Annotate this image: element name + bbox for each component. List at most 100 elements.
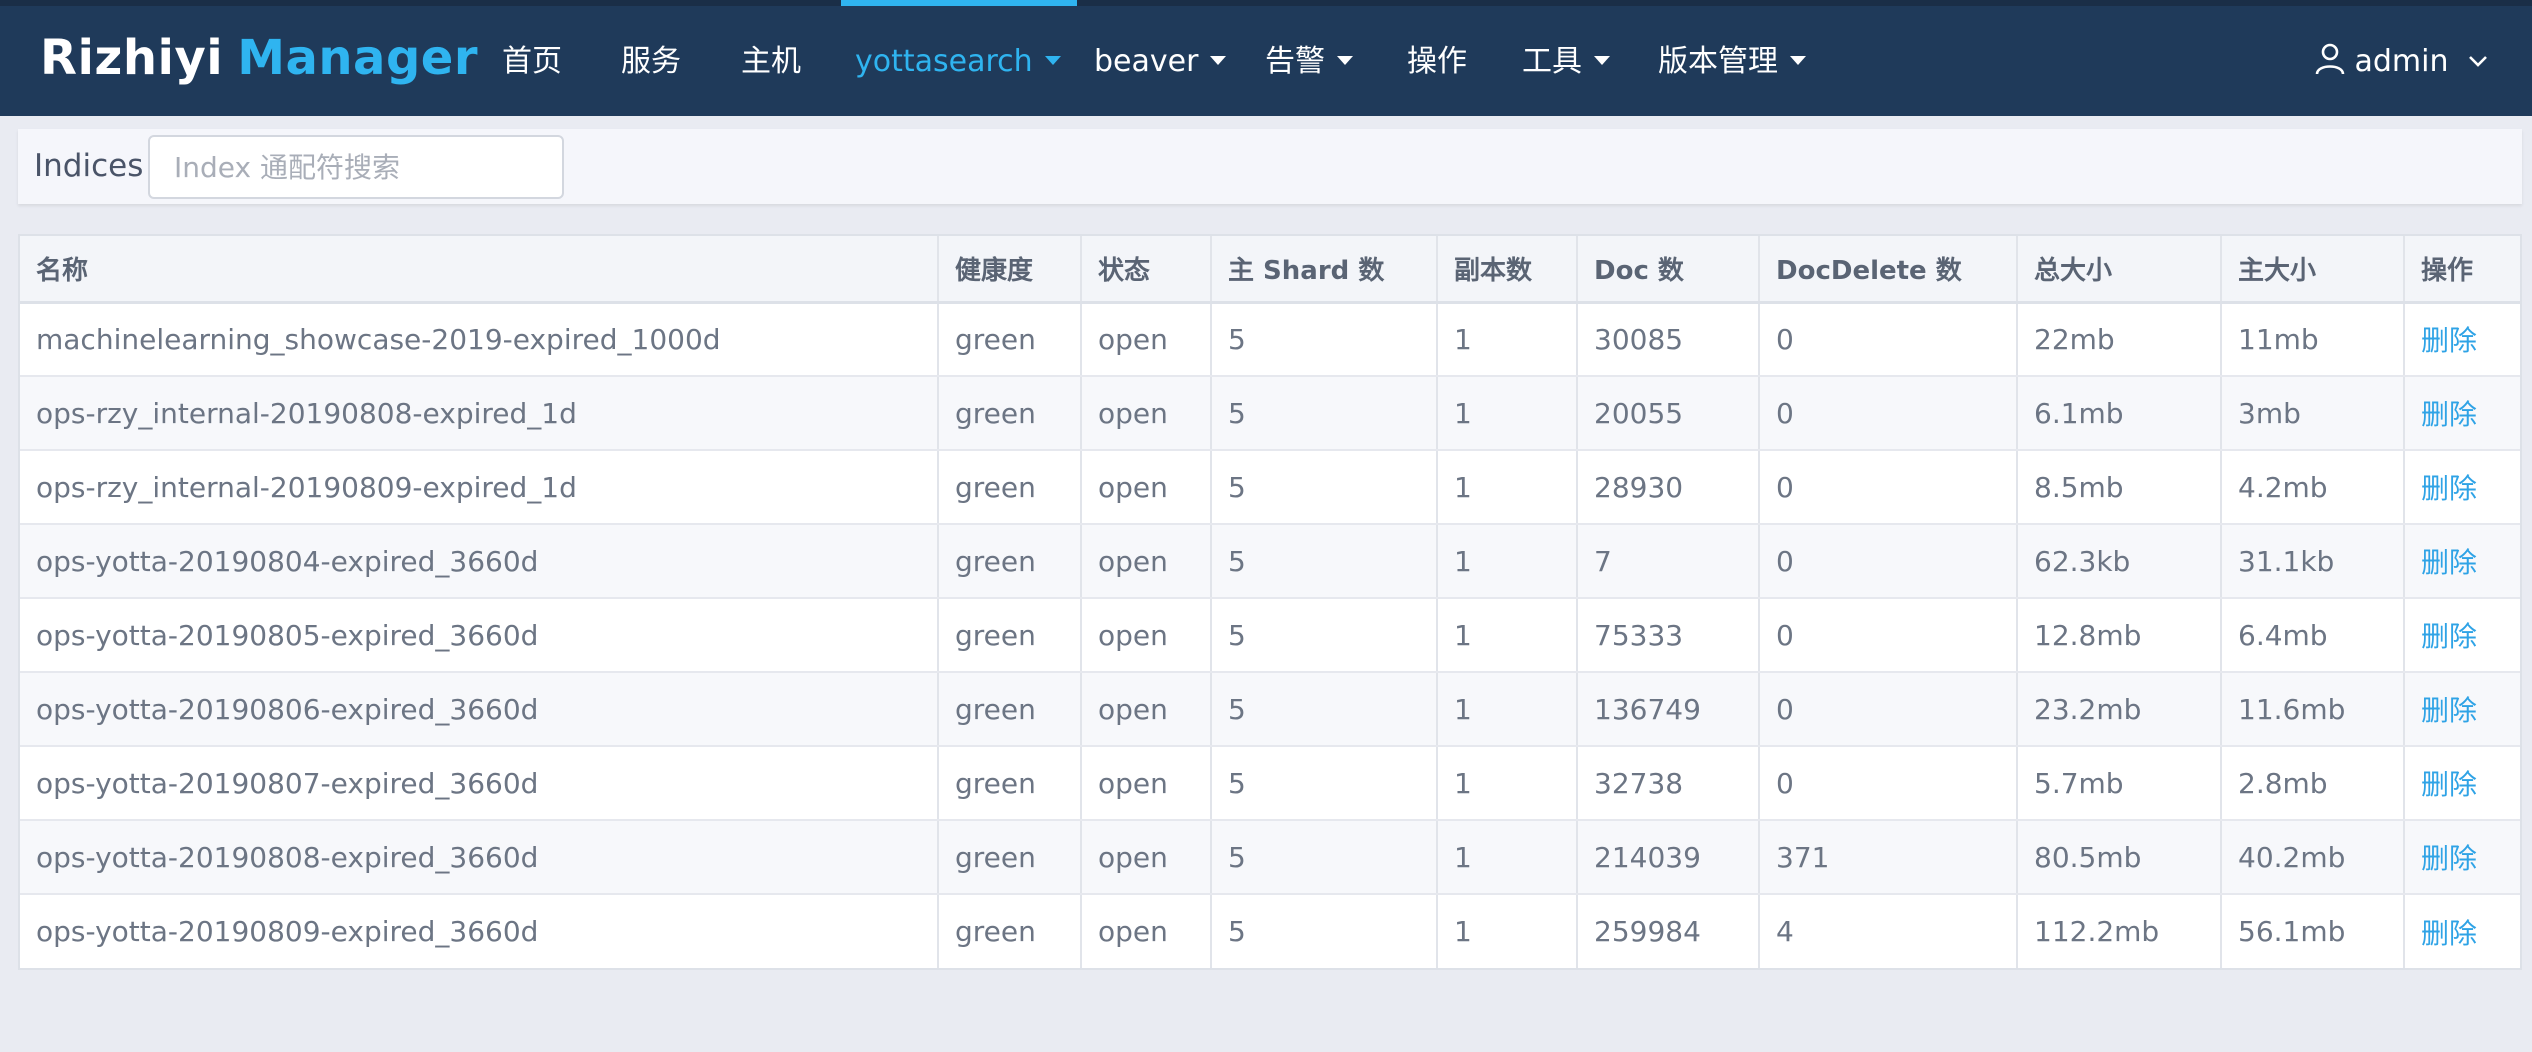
cell-primary-shards: 5 <box>1228 396 1246 430</box>
cell-doc-deleted: 0 <box>1776 766 1794 800</box>
delete-link[interactable]: 删除 <box>2421 694 2477 727</box>
cell-doc-deleted: 0 <box>1776 618 1794 652</box>
table-cell: 5.7mb <box>2017 746 2222 821</box>
table-cell: 删除 <box>2404 894 2520 968</box>
table-cell: 3mb <box>2221 376 2405 451</box>
table-row: machinelearning_showcase-2019-expired_10… <box>20 302 2520 377</box>
index-search-input[interactable] <box>148 135 564 199</box>
table-cell: 5 <box>1211 302 1438 377</box>
table-cell: 0 <box>1759 376 2018 451</box>
user-menu[interactable]: admin <box>2315 6 2488 116</box>
table-cell: ops-yotta-20190807-expired_3660d <box>20 746 939 821</box>
delete-link[interactable]: 删除 <box>2421 472 2477 505</box>
column-header-status[interactable]: 状态 <box>1081 236 1212 304</box>
cell-replicas: 1 <box>1454 618 1472 652</box>
table-cell: 0 <box>1759 450 2018 525</box>
delete-link[interactable]: 删除 <box>2421 620 2477 653</box>
column-header-primary-shards[interactable]: 主 Shard 数 <box>1211 236 1438 304</box>
cell-primary-size: 6.4mb <box>2238 618 2328 652</box>
table-row: ops-rzy_internal-20190809-expired_1d gree… <box>20 450 2520 525</box>
cell-health: green <box>955 618 1036 652</box>
chevron-down-icon <box>2469 55 2487 67</box>
table-cell: 5 <box>1211 598 1438 673</box>
cell-status: open <box>1098 915 1168 948</box>
cell-doc-deleted: 0 <box>1776 692 1794 726</box>
nav-item-home[interactable]: 首页 <box>502 6 562 116</box>
nav-item-beaver[interactable]: beaver <box>1094 6 1227 116</box>
nav-item-version-management[interactable]: 版本管理 <box>1658 6 1806 116</box>
delete-link[interactable]: 删除 <box>2421 842 2477 875</box>
nav-label: 服务 <box>621 44 681 79</box>
cell-index-name: ops-yotta-20190804-expired_3660d <box>36 544 539 578</box>
table-cell: green <box>938 894 1082 968</box>
cell-primary-shards: 5 <box>1228 692 1246 726</box>
table-cell: 28930 <box>1577 450 1760 525</box>
cell-doc-deleted: 0 <box>1776 470 1794 504</box>
nav-label: yottasearch <box>855 44 1033 79</box>
nav-item-hosts[interactable]: 主机 <box>741 6 801 116</box>
table-cell: green <box>938 376 1082 451</box>
table-cell: 5 <box>1211 820 1438 895</box>
column-header-health[interactable]: 健康度 <box>938 236 1082 304</box>
table-cell: 1 <box>1437 376 1578 451</box>
table-cell: ops-rzy_internal-20190808-expired_1d <box>20 376 939 451</box>
cell-primary-shards: 5 <box>1228 766 1246 800</box>
table-cell: 7 <box>1577 524 1760 599</box>
cell-replicas: 1 <box>1454 692 1472 726</box>
cell-primary-size: 56.1mb <box>2238 915 2346 948</box>
column-header-doc-count[interactable]: Doc 数 <box>1577 236 1760 304</box>
table-row: ops-yotta-20190807-expired_3660d green ope… <box>20 746 2520 821</box>
cell-health: green <box>955 544 1036 578</box>
indices-table: 名称 健康度 状态 主 Shard 数 副本数 Doc 数 DocDelete … <box>18 234 2522 970</box>
nav-label: beaver <box>1094 44 1199 79</box>
cell-status: open <box>1098 692 1168 726</box>
delete-link[interactable]: 删除 <box>2421 917 2477 950</box>
column-header-replicas[interactable]: 副本数 <box>1437 236 1578 304</box>
table-cell: ops-yotta-20190804-expired_3660d <box>20 524 939 599</box>
cell-doc-count: 75333 <box>1594 618 1684 652</box>
column-header-name[interactable]: 名称 <box>20 236 939 304</box>
cell-primary-shards: 5 <box>1228 840 1246 874</box>
cell-total-size: 8.5mb <box>2034 470 2124 504</box>
table-cell: 5 <box>1211 894 1438 968</box>
table-cell: 32738 <box>1577 746 1760 821</box>
cell-doc-count: 20055 <box>1594 396 1684 430</box>
table-cell: machinelearning_showcase-2019-expired_10… <box>20 302 939 377</box>
table-cell: 6.4mb <box>2221 598 2405 673</box>
column-header-total-size[interactable]: 总大小 <box>2017 236 2222 304</box>
nav-item-yottasearch[interactable]: yottasearch <box>841 0 1077 116</box>
table-row: ops-yotta-20190805-expired_3660d green ope… <box>20 598 2520 673</box>
table-row: ops-yotta-20190809-expired_3660d green ope… <box>20 894 2520 968</box>
app-logo[interactable]: Rizhiyi Manager <box>40 28 478 88</box>
table-cell: 1 <box>1437 746 1578 821</box>
nav-item-alerts[interactable]: 告警 <box>1265 6 1353 116</box>
cell-index-name: ops-rzy_internal-20190809-expired_1d <box>36 470 577 504</box>
nav-label: 告警 <box>1265 44 1325 79</box>
table-cell: 40.2mb <box>2221 820 2405 895</box>
table-cell: 30085 <box>1577 302 1760 377</box>
cell-replicas: 1 <box>1454 544 1472 578</box>
table-cell: open <box>1081 820 1212 895</box>
cell-doc-deleted: 4 <box>1776 915 1794 948</box>
nav-item-tools[interactable]: 工具 <box>1522 6 1610 116</box>
cell-status: open <box>1098 766 1168 800</box>
delete-link[interactable]: 删除 <box>2421 546 2477 579</box>
delete-link[interactable]: 删除 <box>2421 398 2477 431</box>
cell-doc-count: 28930 <box>1594 470 1684 504</box>
table-cell: 1 <box>1437 820 1578 895</box>
delete-link[interactable]: 删除 <box>2421 768 2477 801</box>
nav-item-operations[interactable]: 操作 <box>1407 6 1467 116</box>
table-cell: 80.5mb <box>2017 820 2222 895</box>
table-cell: open <box>1081 746 1212 821</box>
table-cell: open <box>1081 894 1212 968</box>
table-cell: 112.2mb <box>2017 894 2222 968</box>
nav-item-services[interactable]: 服务 <box>621 6 681 116</box>
column-header-primary-size[interactable]: 主大小 <box>2221 236 2405 304</box>
cell-status: open <box>1098 840 1168 874</box>
table-cell: open <box>1081 672 1212 747</box>
nav-label: 主机 <box>741 44 801 79</box>
table-cell: 4 <box>1759 894 2018 968</box>
column-header-doc-deleted[interactable]: DocDelete 数 <box>1759 236 2018 304</box>
cell-total-size: 62.3kb <box>2034 544 2131 578</box>
delete-link[interactable]: 删除 <box>2421 324 2477 357</box>
